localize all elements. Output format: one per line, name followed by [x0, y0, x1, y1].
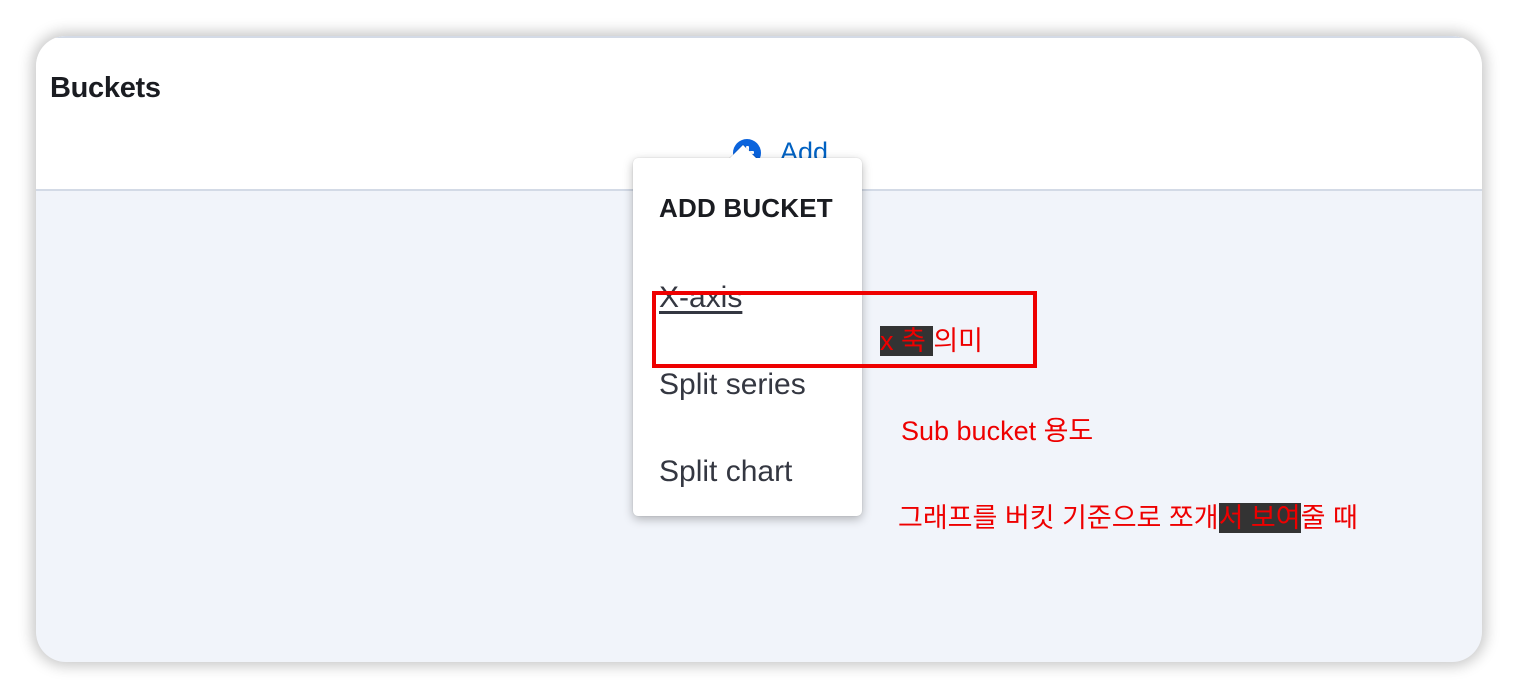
annotation-x-axis-text: 의미 — [933, 326, 984, 356]
menu-item-split-series[interactable]: Split series — [659, 368, 806, 402]
panel-title: Buckets — [50, 72, 161, 104]
annotation-split-series: Sub bucket 용도 — [901, 416, 1094, 446]
annotation-split-chart-text-b: 줄 때 — [1300, 503, 1358, 533]
annotation-split-chart-highlight: 서 보여 — [1218, 503, 1301, 533]
annotation-x-axis-highlight: x 축 — [880, 326, 934, 356]
annotation-x-axis: x 축 의미 — [880, 319, 983, 358]
annotation-split-chart: 그래프를 버킷 기준으로 쪼개서 보여줄 때 — [898, 496, 1358, 535]
popover-title: ADD BUCKET — [659, 193, 833, 223]
menu-item-split-chart[interactable]: Split chart — [659, 455, 792, 489]
annotation-split-chart-text-a: 그래프를 버킷 기준으로 쪼개 — [898, 503, 1219, 533]
popover-arrow — [729, 145, 757, 159]
